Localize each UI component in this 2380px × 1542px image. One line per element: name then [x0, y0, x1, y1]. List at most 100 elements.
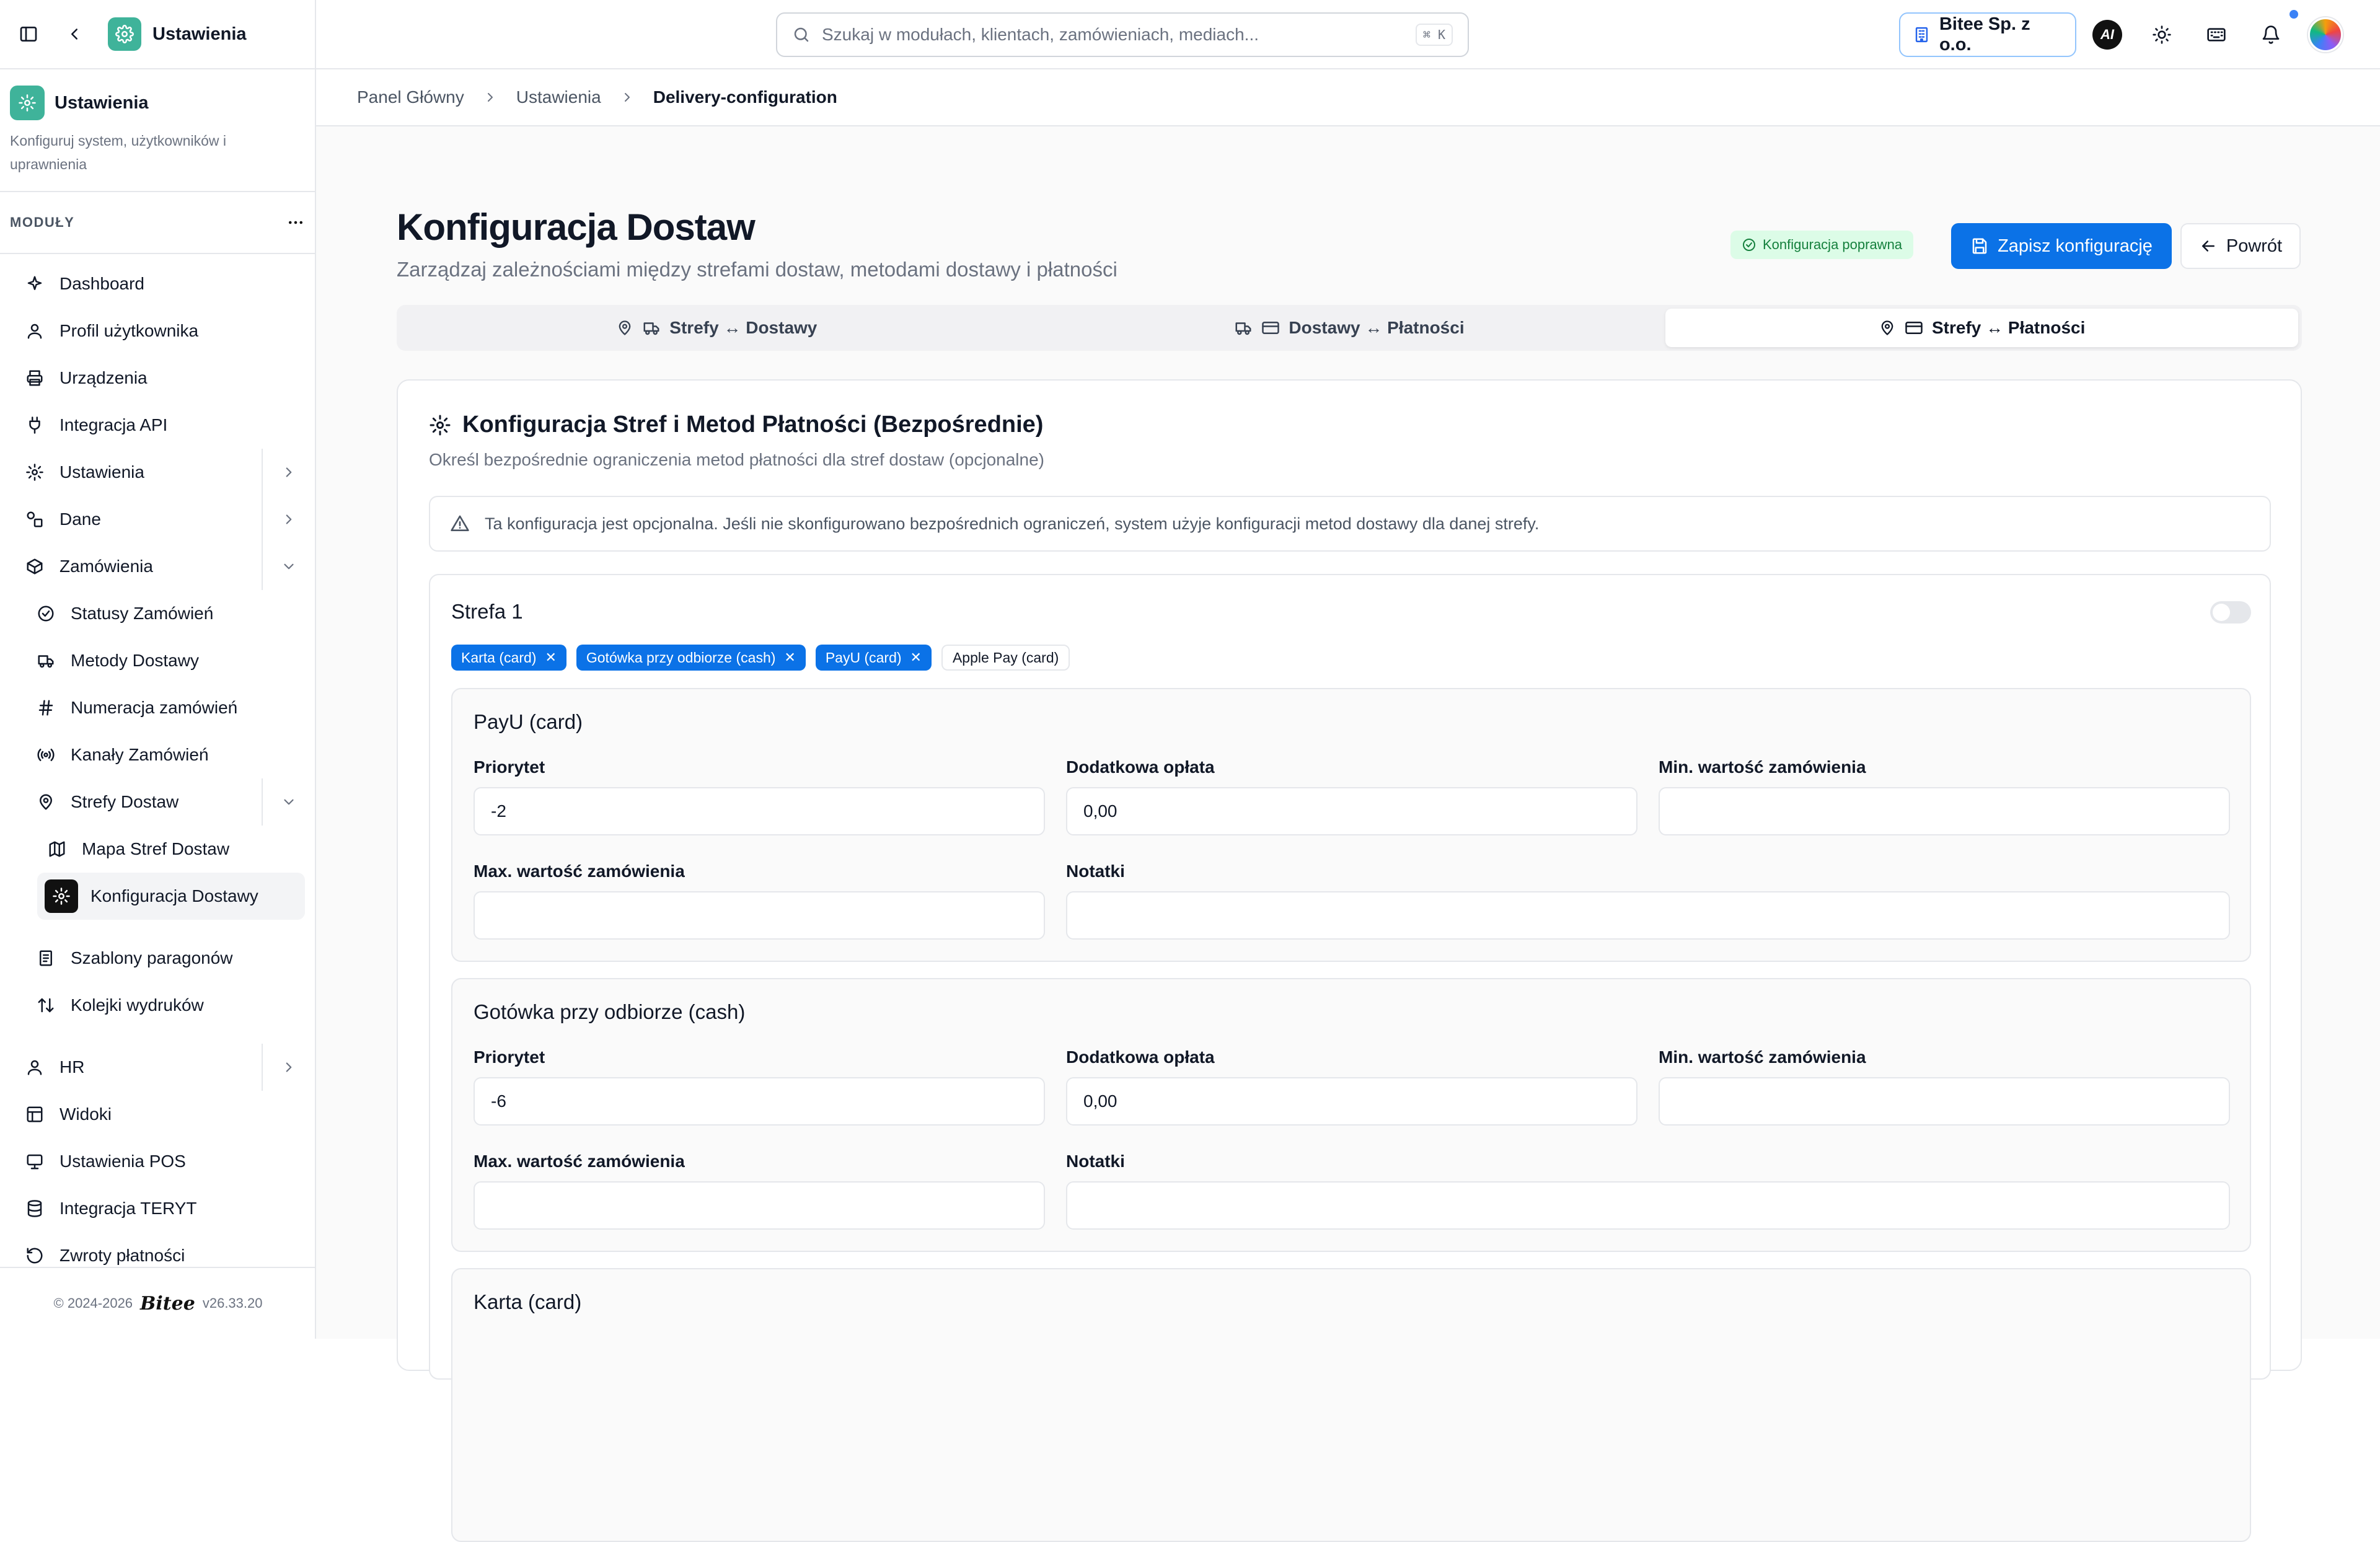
sidebar-item-profile[interactable]: Profil użytkownika	[0, 307, 315, 355]
notes-input[interactable]	[1066, 891, 2230, 940]
sidebar-item-devices[interactable]: Urządzenia	[0, 355, 315, 402]
gear-icon	[45, 879, 78, 913]
map-pin-icon	[35, 791, 57, 813]
min-value-input[interactable]	[1659, 1077, 2230, 1126]
search-icon	[794, 27, 809, 42]
sidebar-item-print-queues[interactable]: Kolejki wydruków	[0, 982, 315, 1029]
user-icon	[24, 320, 46, 342]
info-alert: Ta konfiguracja jest opcjonalna. Jeśli n…	[429, 496, 2271, 552]
sidebar-item-views[interactable]: Widoki	[0, 1091, 315, 1138]
close-icon[interactable]: ✕	[784, 650, 795, 666]
truck-icon	[35, 650, 57, 672]
max-value-input[interactable]	[474, 1181, 1045, 1230]
back-label: Powrót	[2226, 236, 2283, 256]
chevron-down-icon[interactable]	[262, 543, 315, 590]
tab-label: Strefy ↔ Płatności	[1931, 318, 2086, 337]
sidebar-item-label: Dane	[60, 509, 101, 529]
sidebar-item-pos-settings[interactable]: Ustawienia POS	[0, 1138, 315, 1185]
payment-chip[interactable]: Karta (card) ✕	[451, 645, 566, 671]
shapes-icon	[24, 508, 46, 531]
sidebar-item-receipt-templates[interactable]: Szablony paragonów	[0, 935, 315, 982]
sidebar-item-delivery-config[interactable]: Konfiguracja Dostawy	[37, 873, 305, 920]
payment-chip[interactable]: PayU (card) ✕	[815, 645, 932, 671]
sidebar-item-api[interactable]: Integracja API	[0, 402, 315, 449]
sidebar-item-orders[interactable]: Zamówienia	[0, 543, 315, 590]
search-input[interactable]: Szukaj w modułach, klientach, zamówienia…	[776, 12, 1469, 57]
chip-label: Karta (card)	[461, 649, 537, 666]
sidebar-item-zones-map[interactable]: Mapa Stref Dostaw	[0, 826, 315, 873]
sidebar-item-label: Zamówienia	[60, 557, 153, 576]
sidebar-item-order-numbering[interactable]: Numeracja zamówień	[0, 684, 315, 731]
theme-toggle-button[interactable]	[2147, 20, 2177, 50]
search-placeholder: Szukaj w modułach, klientach, zamówienia…	[822, 25, 1259, 44]
payment-chip[interactable]: Gotówka przy odbiorze (cash) ✕	[576, 645, 806, 671]
chip-label: PayU (card)	[825, 649, 902, 666]
sidebar-item-delivery-methods[interactable]: Metody Dostawy	[0, 637, 315, 684]
back-button[interactable]: Powrót	[2180, 223, 2301, 269]
sidebar-item-settings[interactable]: Ustawienia	[0, 449, 315, 496]
fee-input[interactable]: 0,00	[1066, 1077, 1637, 1126]
sidebar-item-order-channels[interactable]: Kanały Zamówień	[0, 731, 315, 778]
sidebar-item-label: Kanały Zamówień	[71, 745, 209, 764]
warning-icon	[451, 515, 469, 531]
field-label: Max. wartość zamówienia	[474, 861, 685, 881]
check-circle-icon	[1743, 239, 1755, 251]
app-gear-icon	[108, 17, 141, 51]
box-icon	[24, 555, 46, 578]
close-icon[interactable]: ✕	[910, 650, 922, 666]
close-icon[interactable]: ✕	[545, 650, 556, 666]
sidebar-item-label: Statusy Zamówień	[71, 604, 214, 623]
chevron-right-icon[interactable]	[262, 449, 315, 496]
copyright: © 2024-2026	[53, 1295, 133, 1311]
app-title: Ustawienia	[152, 24, 247, 44]
fee-input[interactable]: 0,00	[1066, 787, 1637, 835]
field-label: Notatki	[1066, 1152, 1125, 1171]
tab-zones-payments[interactable]: Strefy ↔ Płatności	[1665, 309, 2299, 347]
sidebar-item-label: Szablony paragonów	[71, 948, 233, 967]
priority-input[interactable]: -6	[474, 1077, 1045, 1126]
chevron-right-icon[interactable]	[262, 1044, 315, 1091]
tab-deliveries-payments[interactable]: Dostawy ↔ Płatności	[1033, 309, 1666, 347]
chevron-down-icon[interactable]	[262, 778, 315, 826]
tab-zones-deliveries[interactable]: Strefy ↔ Dostawy	[400, 309, 1033, 347]
save-config-button[interactable]: Zapisz konfigurację	[1951, 223, 2172, 269]
plug-icon	[24, 414, 46, 436]
topbar: Szukaj w modułach, klientach, zamówienia…	[316, 0, 2380, 69]
priority-input[interactable]: -2	[474, 787, 1045, 835]
keyboard-icon	[2207, 28, 2226, 42]
sidebar-item-data[interactable]: Dane	[0, 496, 315, 543]
sidebar-item-label: Ustawienia	[60, 462, 144, 482]
chevron-right-icon[interactable]	[262, 496, 315, 543]
notifications-button[interactable]	[2256, 20, 2286, 50]
zone-toggle[interactable]	[2210, 601, 2251, 623]
user-avatar-button[interactable]	[2308, 17, 2343, 52]
sidebar-item-teryt[interactable]: Integracja TERYT	[0, 1185, 315, 1232]
chevron-right-icon	[483, 90, 498, 105]
payment-chip[interactable]: Apple Pay (card)	[941, 645, 1070, 671]
zone-name: Strefa 1	[451, 600, 523, 623]
chevron-right-icon	[620, 90, 635, 105]
company-switcher[interactable]: Bitee Sp. z o.o.	[1899, 12, 2076, 57]
min-value-input[interactable]	[1659, 787, 2230, 835]
more-icon[interactable]	[286, 213, 305, 232]
notes-input[interactable]	[1066, 1181, 2230, 1230]
sidebar-item-order-statuses[interactable]: Statusy Zamówień	[0, 590, 315, 637]
broadcast-icon	[35, 744, 57, 766]
sidebar-item-delivery-zones[interactable]: Strefy Dostaw	[0, 778, 315, 826]
modules-header: MODUŁY	[0, 192, 315, 254]
arrows-updown-icon	[35, 994, 57, 1016]
brand-logo: Bitee	[140, 1292, 195, 1315]
breadcrumb-home[interactable]: Panel Główny	[357, 87, 464, 107]
search-shortcut: ⌘ K	[1415, 24, 1453, 46]
fee-field: Dodatkowa opłata 0,00	[1066, 1047, 1637, 1126]
sidebar-toggle-icon[interactable]	[16, 22, 41, 46]
sidebar-item-dashboard[interactable]: Dashboard	[0, 260, 315, 307]
breadcrumb-settings[interactable]: Ustawienia	[516, 87, 601, 107]
back-chevron-icon[interactable]	[62, 22, 87, 46]
keyboard-button[interactable]	[2202, 20, 2231, 50]
sidebar-footer: © 2024-2026 Bitee v26.33.20	[0, 1267, 315, 1339]
sidebar-item-hr[interactable]: HR	[0, 1044, 315, 1091]
max-value-input[interactable]	[474, 891, 1045, 940]
ai-assistant-button[interactable]: AI	[2092, 20, 2122, 50]
min-value-field: Min. wartość zamówienia	[1659, 757, 2230, 835]
